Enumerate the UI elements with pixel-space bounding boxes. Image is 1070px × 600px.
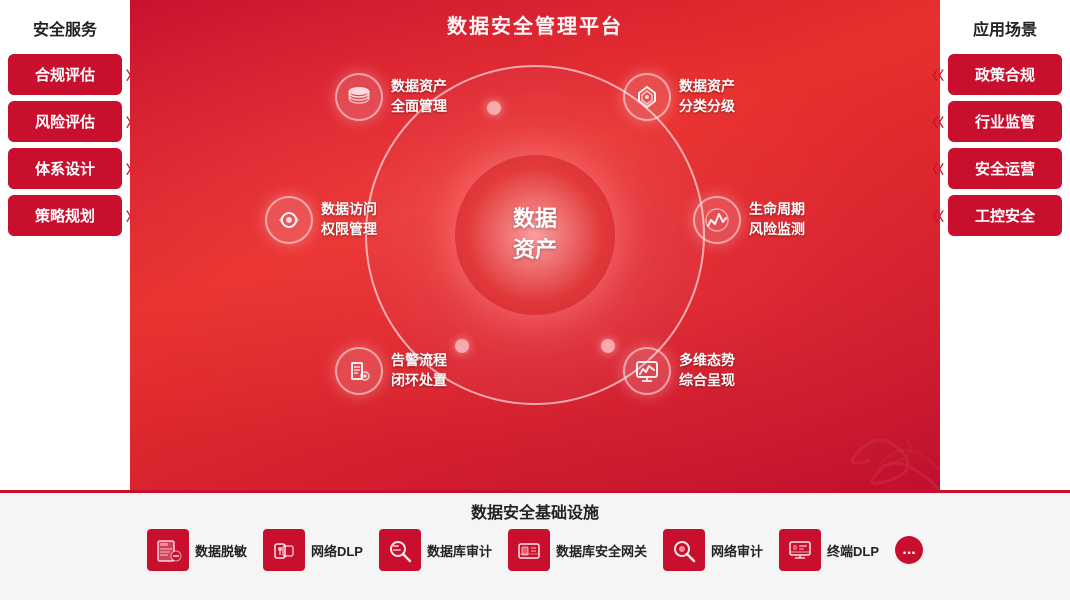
swirl-decoration [820, 390, 940, 490]
node-tl-icon [335, 73, 383, 121]
node-br-icon [623, 347, 671, 395]
bottom-title: 数据安全基础设施 [20, 499, 1050, 523]
node-tr-label: 数据资产 分类分级 [679, 77, 735, 116]
left-btn-3[interactable]: 策略规划 [8, 195, 122, 236]
diagram-area: 数据 资产 数据资产 全面管理 [255, 45, 815, 425]
bottom-item-5-icon [779, 529, 821, 571]
outer-container: 安全服务 合规评估 风险评估 体系设计 策略规划 数据安全管理平台 数据 资产 [0, 0, 1070, 600]
bottom-item-2[interactable]: 数据库审计 [379, 529, 492, 571]
node-mr-label: 生命周期 风险监测 [749, 200, 805, 239]
node-ml-label: 数据访问 权限管理 [321, 200, 377, 239]
node-bl-icon [335, 347, 383, 395]
glow-dot-top [487, 101, 501, 115]
node-tr: 数据资产 分类分级 [623, 73, 735, 121]
right-btn-0[interactable]: 政策合规 [948, 54, 1062, 95]
glow-dot-bl [455, 339, 469, 353]
glow-dot-br [601, 339, 615, 353]
bottom-item-3[interactable]: 数据库安全网关 [508, 529, 647, 571]
left-btn-0[interactable]: 合规评估 [8, 54, 122, 95]
bottom-item-0-label: 数据脱敏 [195, 541, 247, 560]
top-section: 安全服务 合规评估 风险评估 体系设计 策略规划 数据安全管理平台 数据 资产 [0, 0, 1070, 490]
node-bl-label: 告警流程 闭环处置 [391, 351, 447, 390]
bottom-section: 数据安全基础设施 数据脱敏 [0, 490, 1070, 600]
left-btn-2[interactable]: 体系设计 [8, 148, 122, 189]
node-tr-icon [623, 73, 671, 121]
bottom-item-1[interactable]: 网络DLP [263, 529, 363, 571]
node-bl: 告警流程 闭环处置 [335, 347, 447, 395]
center-text: 数据 资产 [513, 204, 557, 266]
node-br: 多维态势 综合呈现 [623, 347, 735, 395]
bottom-items: 数据脱敏 网络DLP [20, 529, 1050, 571]
right-btn-3[interactable]: 工控安全 [948, 195, 1062, 236]
right-sidebar-title: 应用场景 [948, 10, 1062, 48]
bottom-item-5-label: 终端DLP [827, 541, 879, 560]
node-br-label: 多维态势 综合呈现 [679, 351, 735, 390]
node-ml-icon [265, 196, 313, 244]
bottom-item-3-icon [508, 529, 550, 571]
node-mr-icon [693, 196, 741, 244]
bottom-item-0-icon [147, 529, 189, 571]
right-sidebar: 应用场景 政策合规 行业监管 安全运营 工控安全 [940, 0, 1070, 490]
bottom-item-2-label: 数据库审计 [427, 541, 492, 560]
right-btn-2[interactable]: 安全运营 [948, 148, 1062, 189]
bottom-item-1-label: 网络DLP [311, 541, 363, 560]
node-mr: 生命周期 风险监测 [693, 196, 805, 244]
node-ml: 数据访问 权限管理 [265, 196, 377, 244]
left-btn-1[interactable]: 风险评估 [8, 101, 122, 142]
bottom-item-4[interactable]: 网络审计 [663, 529, 763, 571]
bottom-item-4-label: 网络审计 [711, 541, 763, 560]
left-sidebar-title: 安全服务 [8, 10, 122, 48]
node-tl: 数据资产 全面管理 [335, 73, 447, 121]
center-main: 数据安全管理平台 数据 资产 数据资产 全面管理 [130, 0, 940, 490]
bottom-item-1-icon [263, 529, 305, 571]
left-sidebar: 安全服务 合规评估 风险评估 体系设计 策略规划 [0, 0, 130, 490]
bottom-item-5[interactable]: 终端DLP [779, 529, 879, 571]
bottom-item-2-icon [379, 529, 421, 571]
more-button[interactable]: ... [895, 536, 923, 564]
inner-circle: 数据 资产 [455, 155, 615, 315]
bottom-item-3-label: 数据库安全网关 [556, 541, 647, 560]
bottom-item-4-icon [663, 529, 705, 571]
node-tl-label: 数据资产 全面管理 [391, 77, 447, 116]
bottom-item-0[interactable]: 数据脱敏 [147, 529, 247, 571]
platform-title: 数据安全管理平台 [447, 10, 623, 39]
right-btn-1[interactable]: 行业监管 [948, 101, 1062, 142]
